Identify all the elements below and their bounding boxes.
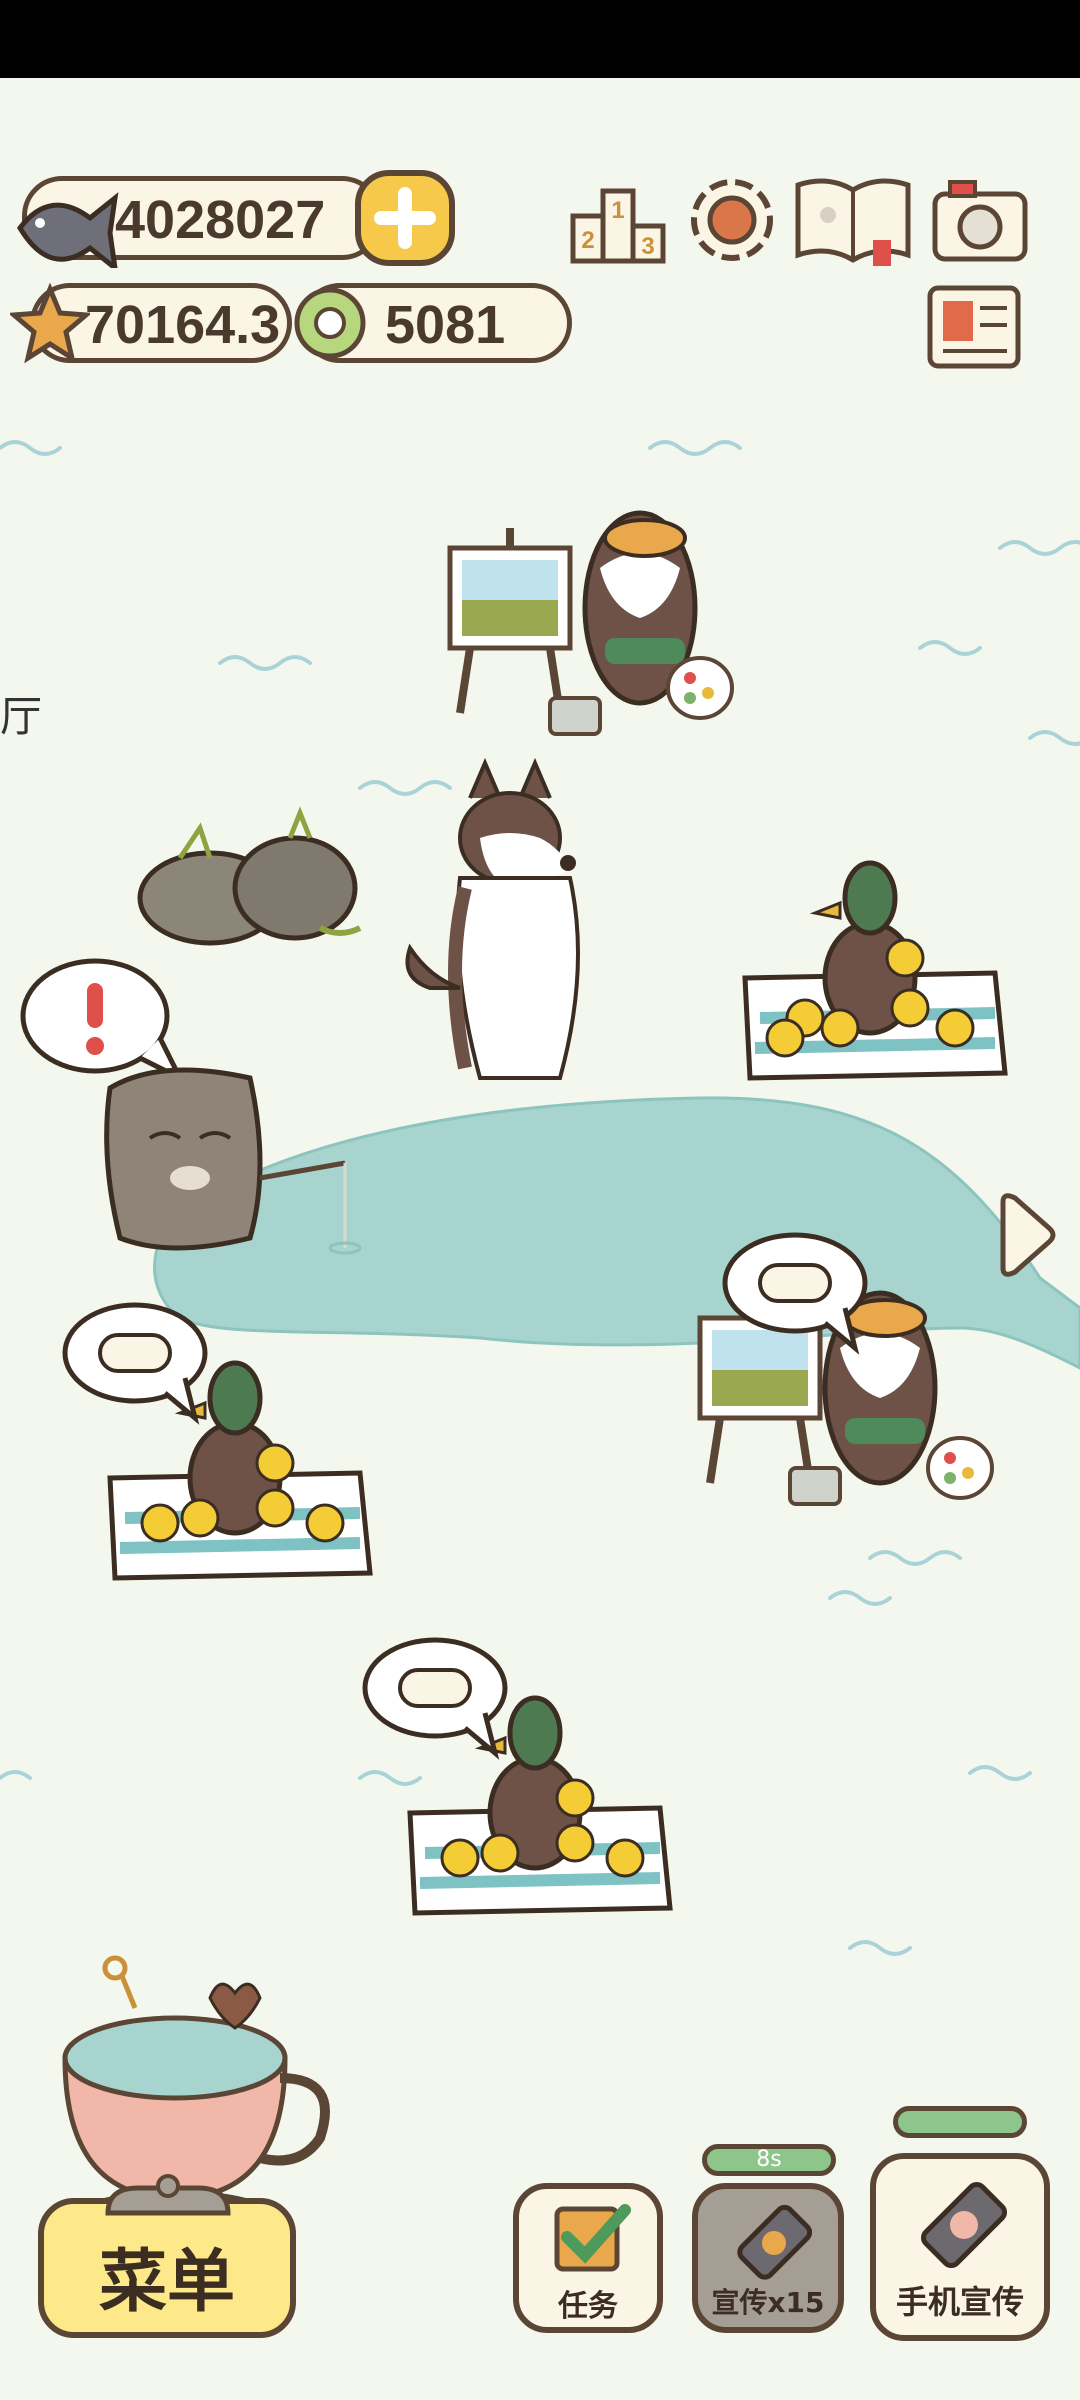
- svg-text:3: 3: [641, 233, 654, 260]
- chevron-right-icon: [1000, 1193, 1056, 1277]
- ranking-podium-icon: 2 1 3: [570, 188, 666, 264]
- menu-button[interactable]: 菜单: [38, 2198, 296, 2338]
- star-icon: [10, 283, 90, 363]
- menu-label: 菜单: [98, 2243, 235, 2322]
- star-count: 70164.3: [85, 295, 281, 355]
- ranking-button[interactable]: 2 1 3: [568, 176, 668, 266]
- add-currency-button[interactable]: [355, 170, 455, 266]
- scroll-right-button[interactable]: [995, 1190, 1057, 1280]
- camera-button[interactable]: [930, 174, 1030, 266]
- news-button[interactable]: [925, 283, 1025, 373]
- status-bar: [0, 0, 1080, 78]
- phone-promote-button[interactable]: 手机宣传: [870, 2153, 1050, 2341]
- promote-label: 宣传x15: [711, 2286, 825, 2319]
- phone-icon: [737, 2204, 813, 2280]
- phone-promote-label: 手机宣传: [895, 2283, 1024, 2321]
- checklist-icon: [554, 2204, 631, 2272]
- svg-text:2: 2: [581, 227, 594, 254]
- gear-icon: [691, 179, 773, 261]
- promote-timer: 8s: [756, 2147, 782, 2172]
- svg-text:1: 1: [611, 197, 624, 224]
- phone-icon: [920, 2181, 1008, 2269]
- task-button[interactable]: 任务: [513, 2183, 663, 2333]
- album-button[interactable]: [793, 170, 913, 270]
- promote-timer-bar: 8s: [702, 2144, 836, 2176]
- plus-icon: [374, 187, 436, 249]
- token-icon: [294, 287, 366, 359]
- clip-icon: [105, 2174, 231, 2216]
- fish-count: 4028027: [115, 190, 326, 250]
- book-icon: [795, 178, 911, 266]
- offscreen-label: 厅: [0, 692, 43, 741]
- task-label: 任务: [558, 2289, 618, 2324]
- scene-art: [0, 440, 1080, 2236]
- game-scene: 厅 4028027 70164.3 5081 2 1 3 菜单 任务 8s 宣传…: [0, 78, 1080, 2400]
- newspaper-icon: [927, 285, 1021, 369]
- token-count: 5081: [385, 295, 506, 355]
- camera-icon: [932, 180, 1028, 262]
- promote-button[interactable]: 宣传x15: [692, 2183, 844, 2333]
- fish-icon: [16, 192, 119, 268]
- settings-button[interactable]: [682, 170, 782, 270]
- phone-promote-bar: [893, 2106, 1027, 2138]
